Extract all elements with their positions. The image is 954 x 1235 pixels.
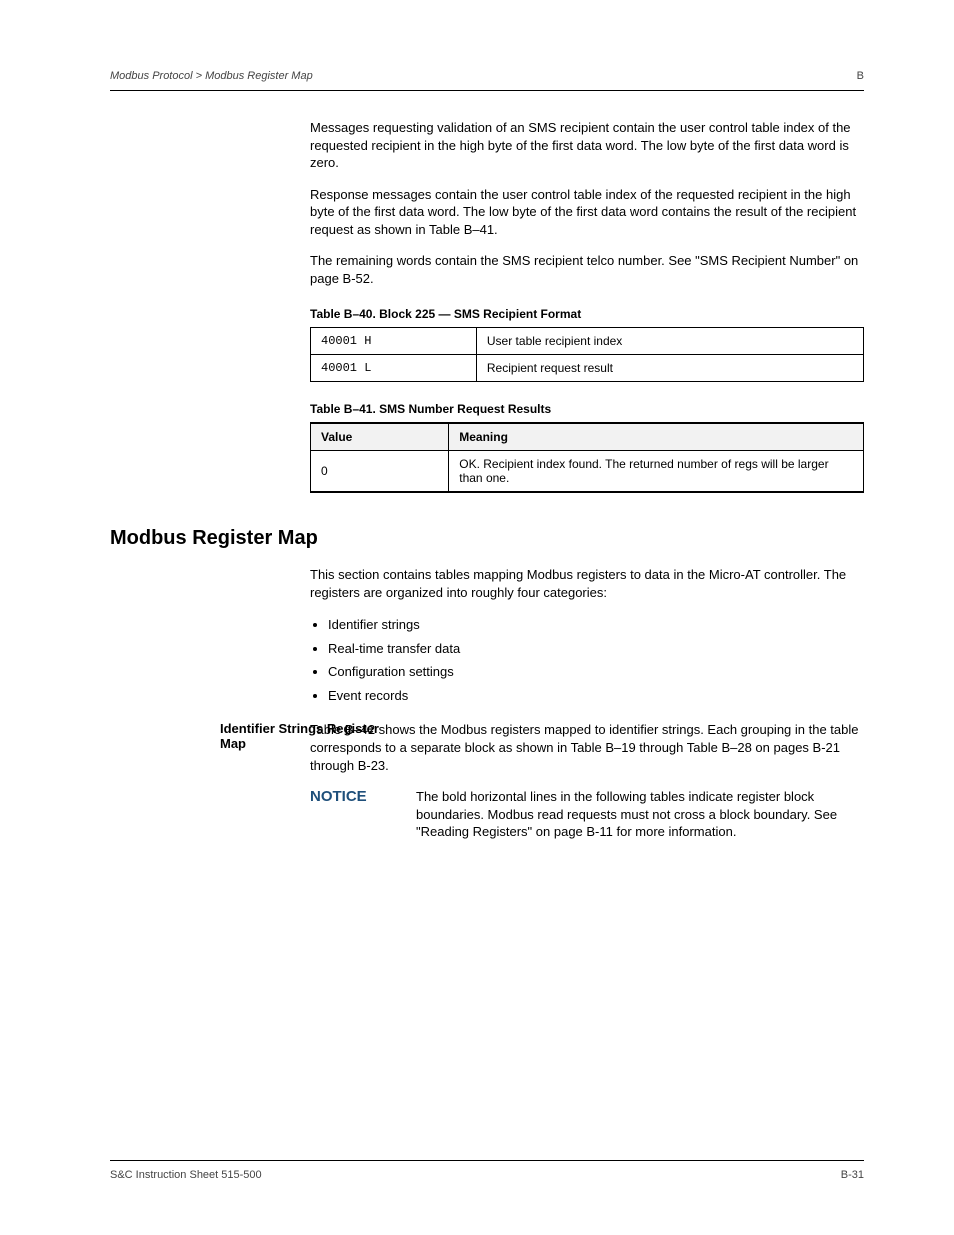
list-item: Real-time transfer data (328, 639, 864, 659)
header-page-label: B (857, 70, 864, 82)
list-item: Configuration settings (328, 662, 864, 682)
notice-block: NOTICE The bold horizontal lines in the … (310, 788, 864, 841)
col-header-value: Value (311, 423, 449, 451)
cell-value: 0 (311, 451, 449, 493)
list-item: Identifier strings (328, 615, 864, 635)
notice-text: The bold horizontal lines in the followi… (416, 788, 864, 841)
table-row: 40001 L Recipient request result (311, 355, 864, 382)
header-section-path: Modbus Protocol > Modbus Register Map (110, 70, 313, 82)
sub-heading-id-strings: Identifier Strings Register Map (220, 721, 405, 751)
footer-doc-id: S&C Instruction Sheet 515-500 (110, 1169, 262, 1181)
section-title: Modbus Register Map (110, 527, 864, 550)
list-item: Event records (328, 686, 864, 706)
intro-para-1: Messages requesting validation of an SMS… (310, 119, 864, 172)
cell-desc: User table recipient index (476, 328, 863, 355)
table-header-row: Value Meaning (311, 423, 864, 451)
footer-page-number: B-31 (841, 1169, 864, 1181)
table-caption-40: Table B–40. Block 225 — SMS Recipient Fo… (310, 307, 864, 321)
table-block-225: 40001 H User table recipient index 40001… (310, 327, 864, 382)
intro-para-2: Response messages contain the user contr… (310, 186, 864, 239)
intro-para-3: The remaining words contain the SMS reci… (310, 252, 864, 287)
page-footer: S&C Instruction Sheet 515-500 B-31 (110, 1160, 864, 1181)
table-row: 40001 H User table recipient index (311, 328, 864, 355)
cell-register: 40001 L (311, 355, 477, 382)
cell-meaning: OK. Recipient index found. The returned … (449, 451, 864, 493)
category-list: Identifier strings Real-time transfer da… (310, 615, 864, 705)
notice-label: NOTICE (310, 788, 367, 805)
table-sms-results: Value Meaning 0 OK. Recipient index foun… (310, 422, 864, 493)
page-header: Modbus Protocol > Modbus Register Map B (110, 70, 864, 91)
col-header-meaning: Meaning (449, 423, 864, 451)
table-row: 0 OK. Recipient index found. The returne… (311, 451, 864, 493)
cell-desc: Recipient request result (476, 355, 863, 382)
section-intro: This section contains tables mapping Mod… (310, 566, 864, 601)
cell-register: 40001 H (311, 328, 477, 355)
table-caption-41: Table B–41. SMS Number Request Results (310, 402, 864, 416)
